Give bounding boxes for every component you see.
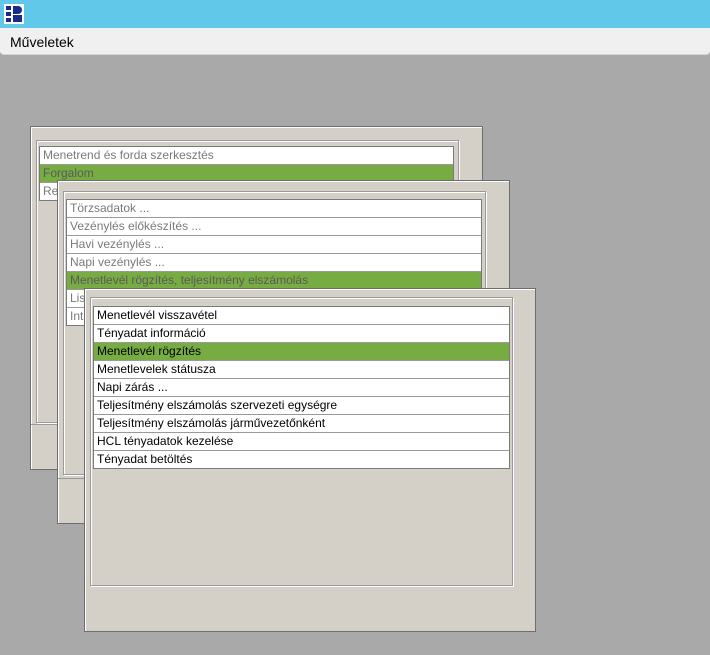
- menu-item-timetable[interactable]: Menetrend és forda szerkesztés: [40, 147, 453, 165]
- menu-item-dispatch-prep[interactable]: Vezénylés előkészítés ...: [67, 218, 481, 236]
- menu-item-actual-data-load[interactable]: Tényadat betöltés: [94, 451, 509, 468]
- menu-item-monthly-dispatch[interactable]: Havi vezénylés ...: [67, 236, 481, 254]
- menu-list-level-3: Menetlevél visszavétel Tényadat informác…: [93, 306, 510, 469]
- menu-item-performance-by-unit[interactable]: Teljesítmény elszámolás szervezeti egysé…: [94, 397, 509, 415]
- menu-bar: Műveletek: [0, 28, 710, 55]
- menu-operations[interactable]: Műveletek: [10, 34, 74, 50]
- menu-item-waybill-entry[interactable]: Menetlevél rögzítés: [94, 343, 509, 361]
- title-bar: [0, 0, 710, 28]
- menu-item-daily-dispatch[interactable]: Napi vezénylés ...: [67, 254, 481, 272]
- menu-item-waybill-return[interactable]: Menetlevél visszavétel: [94, 307, 509, 325]
- menu-item-waybill-status[interactable]: Menetlevelek státusza: [94, 361, 509, 379]
- menu-item-hcl-data[interactable]: HCL tényadatok kezelése: [94, 433, 509, 451]
- menu-item-daily-close[interactable]: Napi zárás ...: [94, 379, 509, 397]
- app-logo-icon[interactable]: [4, 4, 24, 24]
- menu-panel-level-3: Menetlevél visszavétel Tényadat informác…: [84, 288, 536, 632]
- menu-item-master-data[interactable]: Törzsadatok ...: [67, 200, 481, 218]
- menu-item-performance-by-driver[interactable]: Teljesítmény elszámolás járművezetőnként: [94, 415, 509, 433]
- menu-item-actual-data-info[interactable]: Tényadat információ: [94, 325, 509, 343]
